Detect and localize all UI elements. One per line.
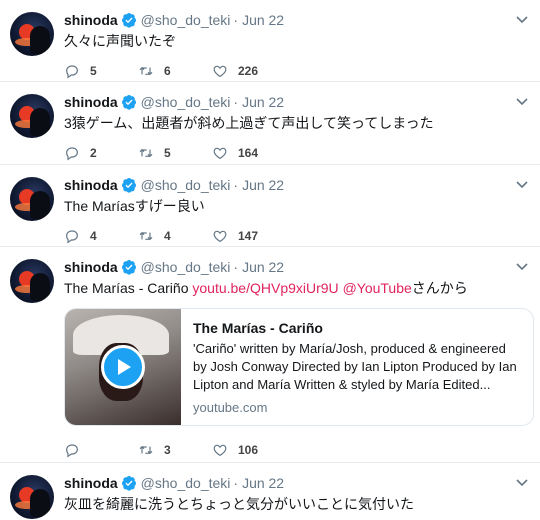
handle[interactable]: @sho_do_teki xyxy=(141,177,231,193)
verified-badge-icon xyxy=(121,94,137,110)
verified-badge-icon xyxy=(121,177,137,193)
verified-badge-icon xyxy=(121,12,137,28)
avatar[interactable] xyxy=(10,475,54,519)
reply-icon xyxy=(66,230,78,244)
like-button[interactable]: 226 xyxy=(212,63,258,79)
play-icon[interactable] xyxy=(101,345,145,389)
like-count: 164 xyxy=(238,146,259,160)
avatar[interactable] xyxy=(10,12,54,56)
tweet-text: 灰皿を綺麗に洗うとちょっと気分がいいことに気付いた xyxy=(64,496,414,512)
retweet-count: 3 xyxy=(164,443,171,457)
tweet-header: shinoda @sho_do_teki · Jun 22 xyxy=(64,10,528,30)
handle[interactable]: @sho_do_teki xyxy=(141,259,231,275)
tweet-text-prefix: The Marías - Cariño xyxy=(64,280,193,296)
avatar[interactable] xyxy=(10,94,54,138)
card-title: The Marías - Cariño xyxy=(193,320,323,336)
avatar[interactable] xyxy=(10,177,54,221)
tweet-text-suffix: さんから xyxy=(411,280,468,296)
verified-badge-icon xyxy=(121,475,137,491)
reply-count: 4 xyxy=(90,229,97,243)
retweet-icon xyxy=(139,445,153,455)
separator-dot: · xyxy=(233,12,239,28)
heart-icon xyxy=(213,147,227,160)
retweet-button[interactable]: 5 xyxy=(138,145,212,161)
card-description-line: 'Cariño' written by María/Josh, produced… xyxy=(193,341,506,356)
retweet-count: 4 xyxy=(164,229,171,243)
card-description-line: Lipton and María Written & styled by Mar… xyxy=(193,377,491,392)
tweet-text: 3猿ゲーム、出題者が斜め上過ぎて声出して笑ってしまった xyxy=(64,115,434,131)
card-body: The Marías - Cariño 'Cariño' written by … xyxy=(181,309,529,425)
card-description-line: by Josh Conway Directed by Ian Lipton Pr… xyxy=(193,359,517,374)
tweet-date[interactable]: Jun 22 xyxy=(242,94,284,110)
retweet-button[interactable]: 3 xyxy=(138,442,212,458)
like-button[interactable]: 164 xyxy=(212,145,258,161)
chevron-down-icon[interactable] xyxy=(514,474,530,490)
retweet-button[interactable]: 4 xyxy=(138,228,212,244)
display-name[interactable]: shinoda xyxy=(64,475,118,491)
like-count: 147 xyxy=(238,229,259,243)
tweet[interactable]: shinoda @sho_do_teki · Jun 22 The Marías… xyxy=(0,165,540,247)
tweet-date[interactable]: Jun 22 xyxy=(242,177,284,193)
retweet-icon xyxy=(139,231,153,241)
reply-button[interactable]: 4 xyxy=(64,228,138,244)
handle[interactable]: @sho_do_teki xyxy=(141,12,231,28)
tweet-date[interactable]: Jun 22 xyxy=(242,259,284,275)
like-button[interactable]: 106 xyxy=(212,442,258,458)
display-name[interactable]: shinoda xyxy=(64,259,118,275)
heart-icon xyxy=(213,65,227,78)
separator-dot: · xyxy=(233,259,239,275)
tweet-header: shinoda @sho_do_teki · Jun 22 xyxy=(64,92,528,112)
heart-icon xyxy=(213,444,227,457)
chevron-down-icon[interactable] xyxy=(514,176,530,192)
separator-dot: · xyxy=(233,177,239,193)
tweet-date[interactable]: Jun 22 xyxy=(242,475,284,491)
link-card[interactable]: The Marías - Cariño 'Cariño' written by … xyxy=(64,308,534,426)
retweet-count: 5 xyxy=(164,146,171,160)
tweet-text: The Marías - Cariño youtu.be/QHVp9xiUr9U… xyxy=(64,278,528,298)
chevron-down-icon[interactable] xyxy=(514,93,530,109)
handle[interactable]: @sho_do_teki xyxy=(141,475,231,491)
reply-button[interactable]: 2 xyxy=(64,145,138,161)
retweet-button[interactable]: 6 xyxy=(138,63,212,79)
card-thumbnail[interactable] xyxy=(65,309,181,425)
reply-button[interactable] xyxy=(64,442,138,458)
reply-count: 2 xyxy=(90,146,97,160)
verified-badge-icon xyxy=(121,259,137,275)
tweet-link[interactable]: youtu.be/QHVp9xiUr9U xyxy=(192,280,338,296)
tweet-header: shinoda @sho_do_teki · Jun 22 xyxy=(64,257,528,277)
chevron-down-icon[interactable] xyxy=(514,258,530,274)
avatar[interactable] xyxy=(10,259,54,303)
display-name[interactable]: shinoda xyxy=(64,177,118,193)
retweet-icon xyxy=(139,148,153,158)
tweet-text: 久々に声聞いたぞ xyxy=(64,33,176,49)
separator-dot: · xyxy=(233,475,239,491)
retweet-icon xyxy=(139,66,153,76)
heart-icon xyxy=(213,230,227,243)
reply-count: 5 xyxy=(90,64,97,78)
mention-link[interactable]: @YouTube xyxy=(343,280,412,296)
handle[interactable]: @sho_do_teki xyxy=(141,94,231,110)
retweet-count: 6 xyxy=(164,64,171,78)
like-count: 226 xyxy=(238,64,259,78)
tweet-header: shinoda @sho_do_teki · Jun 22 xyxy=(64,175,528,195)
display-name[interactable]: shinoda xyxy=(64,94,118,110)
tweet[interactable]: shinoda @sho_do_teki · Jun 22 久々に声聞いたぞ 5… xyxy=(0,0,540,82)
reply-button[interactable]: 5 xyxy=(64,63,138,79)
like-button[interactable]: 147 xyxy=(212,228,258,244)
tweet[interactable]: shinoda @sho_do_teki · Jun 22 The Marías… xyxy=(0,247,540,463)
tweet-text: The Maríasすげー良い xyxy=(64,198,205,214)
reply-icon xyxy=(66,444,78,458)
separator-dot: · xyxy=(233,94,239,110)
card-domain: youtube.com xyxy=(193,400,268,415)
tweet-date[interactable]: Jun 22 xyxy=(242,12,284,28)
tweet[interactable]: shinoda @sho_do_teki · Jun 22 灰皿を綺麗に洗うとち… xyxy=(0,463,540,520)
like-count: 106 xyxy=(238,443,259,457)
tweet[interactable]: shinoda @sho_do_teki · Jun 22 3猿ゲーム、出題者が… xyxy=(0,82,540,165)
chevron-down-icon[interactable] xyxy=(514,11,530,27)
tweet-header: shinoda @sho_do_teki · Jun 22 xyxy=(64,473,528,493)
display-name[interactable]: shinoda xyxy=(64,12,118,28)
reply-icon xyxy=(66,147,78,161)
reply-icon xyxy=(66,65,78,79)
